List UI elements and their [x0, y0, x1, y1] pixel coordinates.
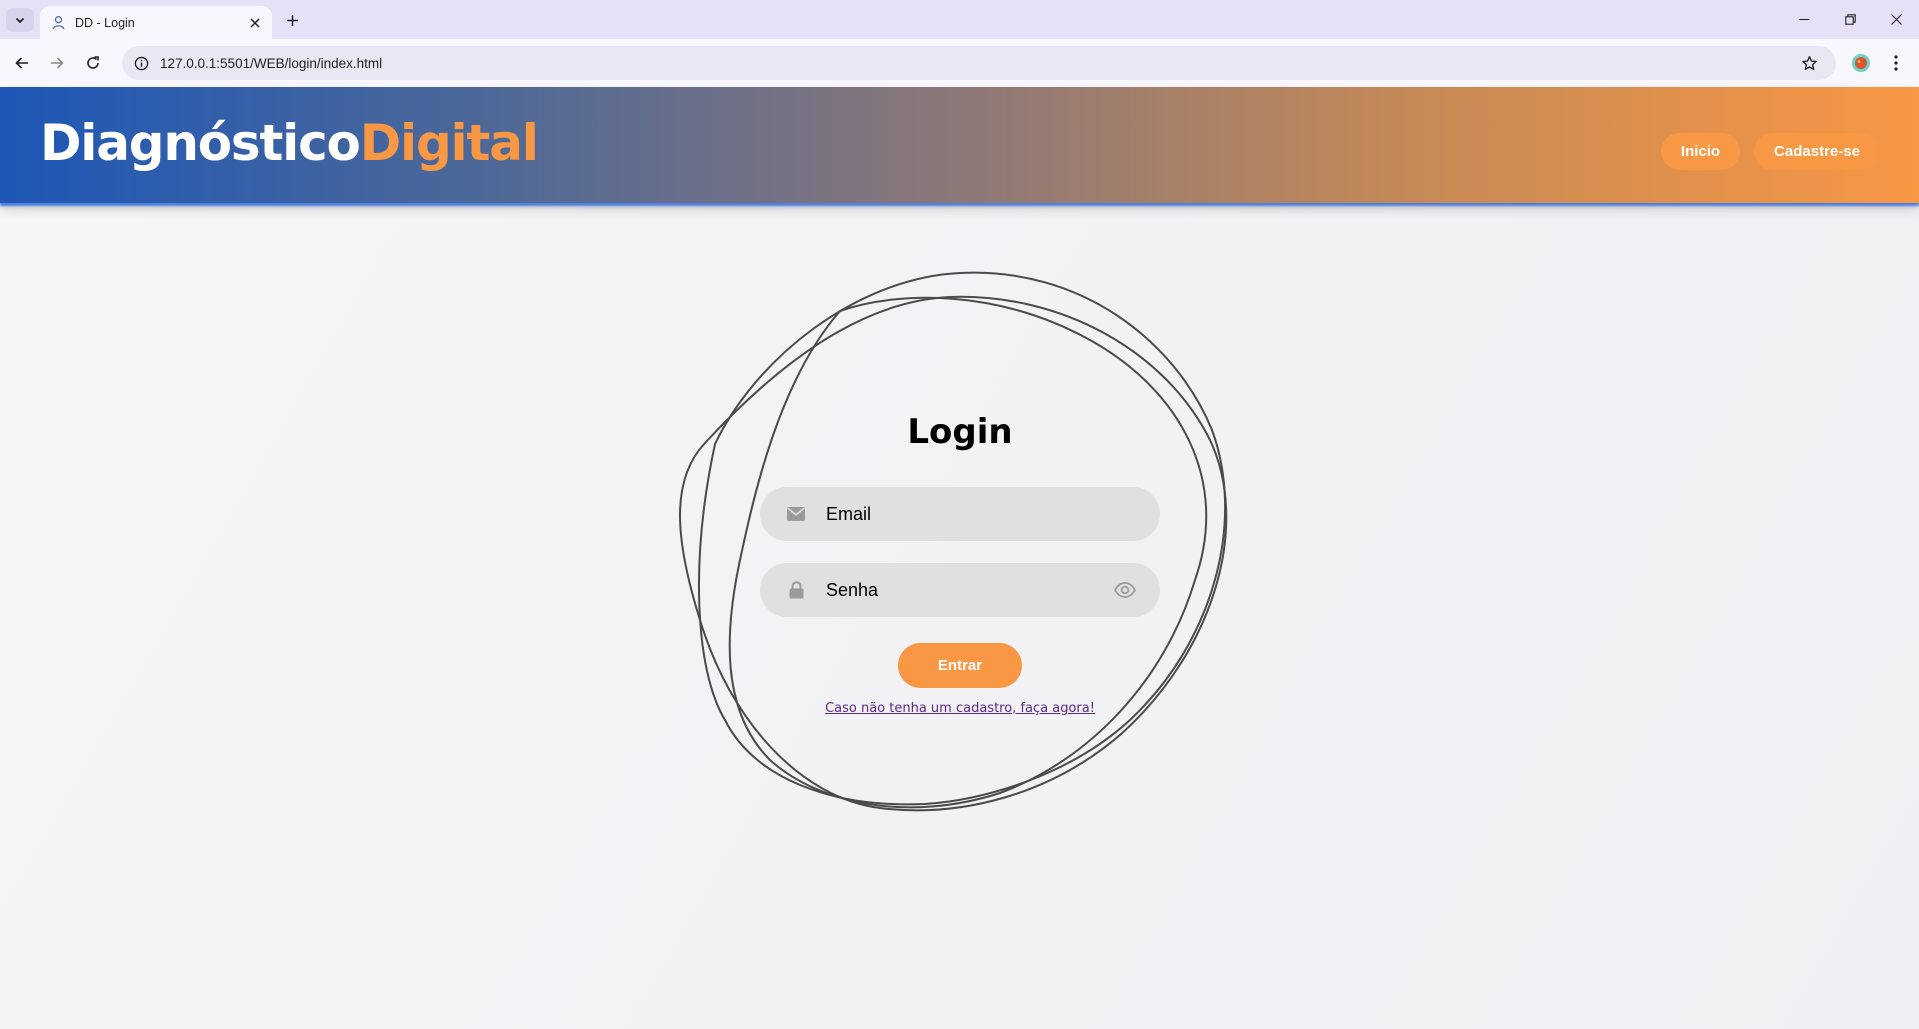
- scribble-decoration: [679, 271, 1228, 812]
- restore-button[interactable]: [1827, 0, 1873, 39]
- arrow-left-icon: [15, 57, 28, 69]
- plus-icon: [286, 14, 298, 26]
- close-icon: [1890, 14, 1902, 25]
- chevron-down-icon: [15, 17, 25, 24]
- signup-link[interactable]: Caso não tenha um cadastro, faça agora!: [760, 701, 1160, 716]
- bookmark-star-icon[interactable]: [1794, 48, 1824, 78]
- email-input[interactable]: [826, 494, 1160, 534]
- email-field[interactable]: [760, 487, 1160, 541]
- browser-tabstrip: DD - Login: [0, 0, 1919, 39]
- page-content: DiagnósticoDigital Inicio Cadastre-se Lo…: [0, 87, 1919, 1029]
- envelope-icon: [786, 504, 806, 524]
- arrow-right-icon: [51, 57, 64, 69]
- browser-toolbar: 127.0.0.1:5501/WEB/login/index.html: [0, 39, 1919, 87]
- reload-icon: [87, 56, 99, 69]
- forward-button[interactable]: [45, 51, 69, 75]
- browser-menu-icon[interactable]: [1884, 51, 1908, 75]
- password-input[interactable]: [826, 570, 1112, 610]
- password-field[interactable]: [760, 563, 1160, 617]
- close-tab-icon[interactable]: [244, 12, 266, 34]
- site-info-icon[interactable]: [126, 48, 156, 78]
- minimize-icon: [1799, 18, 1809, 21]
- url-text[interactable]: 127.0.0.1:5501/WEB/login/index.html: [160, 56, 1794, 71]
- login-title: Login: [907, 412, 1013, 452]
- close-window-button[interactable]: [1873, 0, 1919, 39]
- tab-search-button[interactable]: [6, 8, 34, 32]
- restore-icon: [1844, 14, 1856, 25]
- reload-button[interactable]: [81, 51, 105, 75]
- browser-tab-active[interactable]: DD - Login: [40, 6, 272, 39]
- lock-icon: [786, 580, 806, 600]
- window-controls: [1781, 0, 1919, 39]
- eye-icon[interactable]: [1112, 577, 1138, 603]
- new-tab-button[interactable]: [280, 8, 304, 32]
- address-bar[interactable]: 127.0.0.1:5501/WEB/login/index.html: [122, 46, 1836, 80]
- minimize-button[interactable]: [1781, 0, 1827, 39]
- tab-title: DD - Login: [75, 15, 135, 30]
- profile-avatar-icon[interactable]: [1849, 51, 1873, 75]
- login-submit-button[interactable]: Entrar: [898, 643, 1022, 688]
- back-button[interactable]: [10, 51, 34, 75]
- user-icon: [50, 15, 66, 31]
